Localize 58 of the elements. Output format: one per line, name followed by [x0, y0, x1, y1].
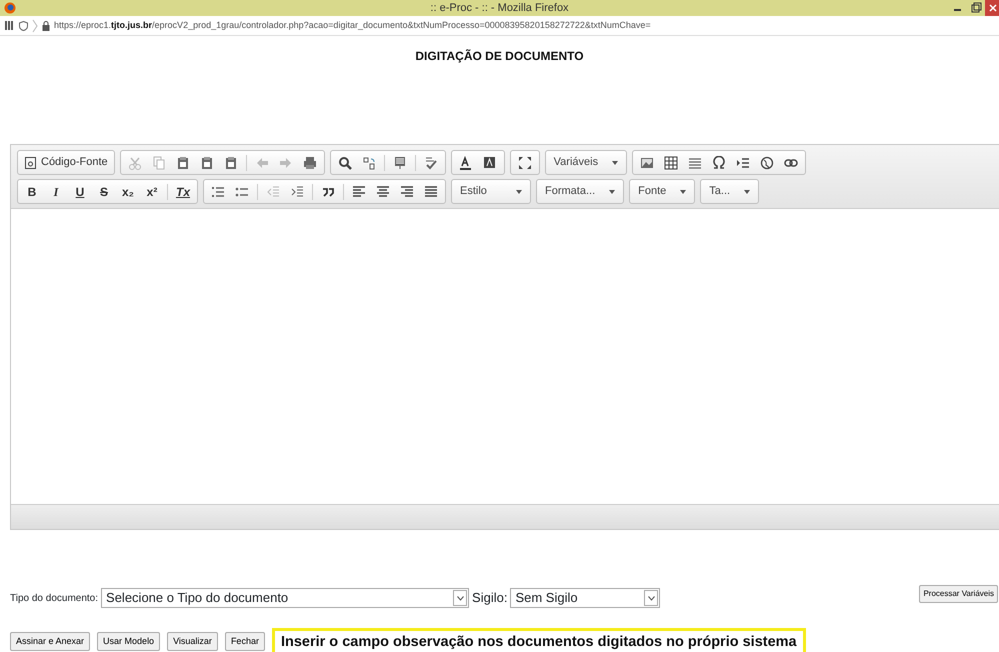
process-variables-button[interactable]: Processar Variáveis — [919, 585, 998, 603]
callout-note: Inserir o campo observação nos documentos digitados no próprio sistema — [272, 628, 806, 652]
maximize-icon[interactable] — [518, 156, 532, 170]
search-icon[interactable] — [338, 156, 352, 170]
omega-icon[interactable] — [712, 156, 726, 170]
caret-icon — [680, 190, 686, 194]
clipboard-icon[interactable] — [224, 156, 238, 170]
caret-icon — [516, 190, 522, 194]
strikethrough-button[interactable]: S — [93, 181, 115, 202]
document-type-select[interactable]: Selecione o Tipo do documento — [101, 588, 470, 608]
chevron-icon — [32, 18, 38, 32]
shield-icon[interactable] — [19, 20, 28, 30]
document-icon — [24, 156, 37, 170]
secrecy-select[interactable]: Sem Sigilo — [510, 588, 660, 608]
window-title: :: e-Proc - :: - Mozilla Firefox — [430, 0, 569, 16]
justify-icon[interactable] — [424, 184, 438, 198]
form-button[interactable]: Assinar e Anexar — [10, 632, 90, 651]
dropdown[interactable]: Formata... — [536, 179, 624, 204]
align-right-icon[interactable] — [400, 184, 414, 198]
italic-button[interactable]: I — [45, 181, 67, 202]
page-heading: DIGITAÇÃO DE DOCUMENTO — [414, 48, 585, 65]
caret-icon — [744, 190, 750, 194]
align-left-icon[interactable] — [352, 184, 366, 198]
library-icon[interactable] — [5, 21, 15, 30]
text-color-icon[interactable] — [458, 156, 473, 170]
print-icon[interactable] — [302, 156, 317, 170]
table-icon[interactable] — [664, 156, 678, 170]
dropdown[interactable]: Variáveis — [544, 150, 628, 175]
background-color-icon[interactable] — [482, 156, 497, 170]
caret-icon — [612, 160, 618, 164]
dropdown[interactable]: Estilo — [451, 179, 531, 204]
form-button[interactable]: Fechar — [224, 632, 265, 651]
remove-format-button[interactable]: Tx — [172, 181, 194, 202]
form-button[interactable]: Visualizar — [167, 632, 218, 651]
clipboard-icon[interactable] — [176, 156, 190, 170]
superscript-button[interactable]: x² — [141, 181, 163, 202]
caret-icon — [609, 190, 616, 194]
firefox-icon — [4, 2, 16, 14]
image-icon[interactable] — [640, 156, 654, 170]
spellcheck-icon[interactable] — [424, 156, 438, 170]
bullet-list-icon[interactable] — [235, 184, 249, 198]
url-text[interactable]: https://eproc1.tjto.jus.br/eprocV2_prod_1grau/controlador.php?acao=digitar_documento&txtNumProcesso=00008395820158272722&txtNumChave= — [54, 18, 651, 32]
bold-button[interactable]: B — [21, 181, 43, 202]
padlock-icon — [42, 20, 50, 30]
page-break-icon[interactable] — [736, 156, 750, 170]
underline-button[interactable]: U — [69, 181, 91, 202]
indent-icon[interactable] — [290, 184, 304, 198]
form-button[interactable]: Usar Modelo — [97, 632, 160, 651]
dropdown[interactable]: Ta... — [700, 179, 760, 204]
clipboard-icon[interactable] — [200, 156, 214, 170]
field-label: Tipo do documento: — [10, 592, 98, 606]
numbered-list-icon[interactable] — [211, 184, 225, 198]
horizontal-line-icon[interactable] — [688, 156, 702, 170]
dropdown[interactable]: Fonte — [629, 179, 696, 204]
align-center-icon[interactable] — [376, 184, 390, 198]
subscript-button[interactable]: x₂ — [117, 181, 139, 202]
field-label: Sigilo: — [472, 589, 508, 608]
close-icon[interactable] — [985, 0, 999, 16]
